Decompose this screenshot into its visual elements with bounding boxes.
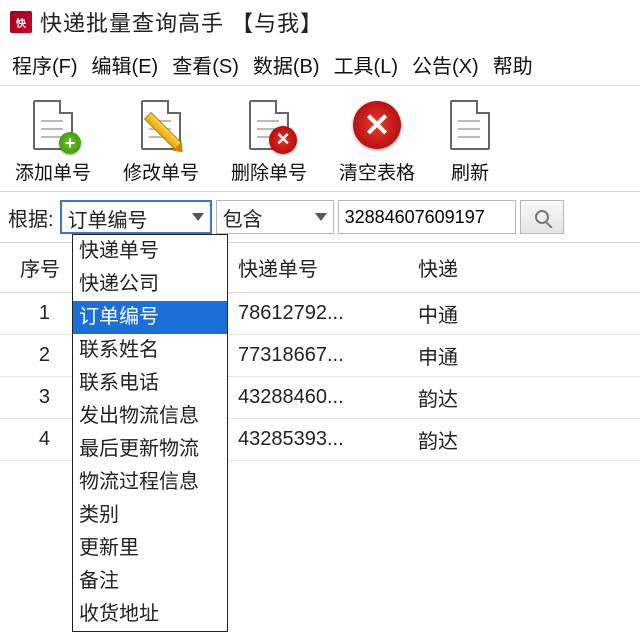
- delete-button[interactable]: × 删除单号: [224, 96, 314, 185]
- col-seq[interactable]: 序号: [0, 243, 80, 293]
- menu-help[interactable]: 帮助: [493, 50, 533, 79]
- col-tracking[interactable]: 快递单号: [230, 243, 410, 293]
- refresh-button[interactable]: 刷新: [440, 96, 500, 185]
- chevron-down-icon: [315, 213, 327, 221]
- cell-tracking: 78612792...: [230, 293, 410, 335]
- menu-edit[interactable]: 编辑(E): [92, 50, 159, 79]
- menu-data[interactable]: 数据(B): [253, 50, 320, 79]
- filter-label: 根据:: [6, 203, 56, 232]
- clear-icon: ✕: [351, 96, 403, 154]
- app-icon: 快: [10, 11, 32, 33]
- edit-label: 修改单号: [123, 158, 199, 185]
- dropdown-option[interactable]: 最后更新物流: [73, 433, 227, 466]
- dropdown-option[interactable]: 联系姓名: [73, 334, 227, 367]
- cell-seq: 2: [0, 335, 80, 377]
- search-button[interactable]: [520, 200, 564, 234]
- dropdown-option[interactable]: 类别: [73, 499, 227, 532]
- delete-label: 删除单号: [231, 158, 307, 185]
- window-title: 快递批量查询高手 【与我】: [40, 6, 323, 38]
- dropdown-option[interactable]: 物流过程信息: [73, 466, 227, 499]
- filter-bar: 根据: 订单编号 包含 快递单号快递公司订单编号联系姓名联系电话发出物流信息最后…: [0, 192, 640, 243]
- cell-tracking: 43285393...: [230, 419, 410, 461]
- filter-field-select[interactable]: 订单编号: [60, 200, 212, 234]
- cell-company: 中通: [410, 293, 640, 335]
- cell-company: 申通: [410, 335, 640, 377]
- dropdown-option[interactable]: 快递单号: [73, 235, 227, 268]
- dropdown-option[interactable]: 收货地址: [73, 598, 227, 631]
- menu-bar: 程序(F) 编辑(E) 查看(S) 数据(B) 工具(L) 公告(X) 帮助: [0, 42, 640, 86]
- add-button[interactable]: + 添加单号: [8, 96, 98, 185]
- search-icon: [535, 210, 549, 224]
- dropdown-option[interactable]: 订单编号: [73, 301, 227, 334]
- filter-field-dropdown[interactable]: 快递单号快递公司订单编号联系姓名联系电话发出物流信息最后更新物流物流过程信息类别…: [72, 234, 228, 632]
- cell-seq: 3: [0, 377, 80, 419]
- menu-program[interactable]: 程序(F): [12, 50, 78, 79]
- dropdown-option[interactable]: 快递公司: [73, 268, 227, 301]
- cell-seq: 4: [0, 419, 80, 461]
- refresh-label: 刷新: [451, 158, 489, 185]
- cell-seq: 1: [0, 293, 80, 335]
- cell-company: 韵达: [410, 419, 640, 461]
- dropdown-option[interactable]: 发出物流信息: [73, 400, 227, 433]
- menu-tools[interactable]: 工具(L): [334, 50, 398, 79]
- add-icon: +: [27, 96, 79, 154]
- edit-button[interactable]: 修改单号: [116, 96, 206, 185]
- cell-tracking: 43288460...: [230, 377, 410, 419]
- clear-label: 清空表格: [339, 158, 415, 185]
- dropdown-option[interactable]: 联系电话: [73, 367, 227, 400]
- menu-announce[interactable]: 公告(X): [412, 50, 479, 79]
- add-label: 添加单号: [15, 158, 91, 185]
- clear-button[interactable]: ✕ 清空表格: [332, 96, 422, 185]
- filter-input[interactable]: [338, 200, 516, 234]
- refresh-icon: [444, 96, 496, 154]
- title-bar: 快 快递批量查询高手 【与我】: [0, 0, 640, 42]
- filter-field-value: 订单编号: [68, 210, 148, 232]
- cell-tracking: 77318667...: [230, 335, 410, 377]
- toolbar: + 添加单号 修改单号 × 删除单号 ✕ 清空表格 刷新: [0, 86, 640, 192]
- delete-icon: ×: [243, 96, 295, 154]
- chevron-down-icon: [192, 213, 204, 221]
- cell-company: 韵达: [410, 377, 640, 419]
- filter-operator-value: 包含: [223, 209, 263, 231]
- dropdown-option[interactable]: 更新里: [73, 532, 227, 565]
- filter-operator-select[interactable]: 包含: [216, 200, 334, 234]
- menu-view[interactable]: 查看(S): [172, 50, 239, 79]
- col-company[interactable]: 快递: [410, 243, 640, 293]
- dropdown-option[interactable]: 备注: [73, 565, 227, 598]
- edit-icon: [135, 96, 187, 154]
